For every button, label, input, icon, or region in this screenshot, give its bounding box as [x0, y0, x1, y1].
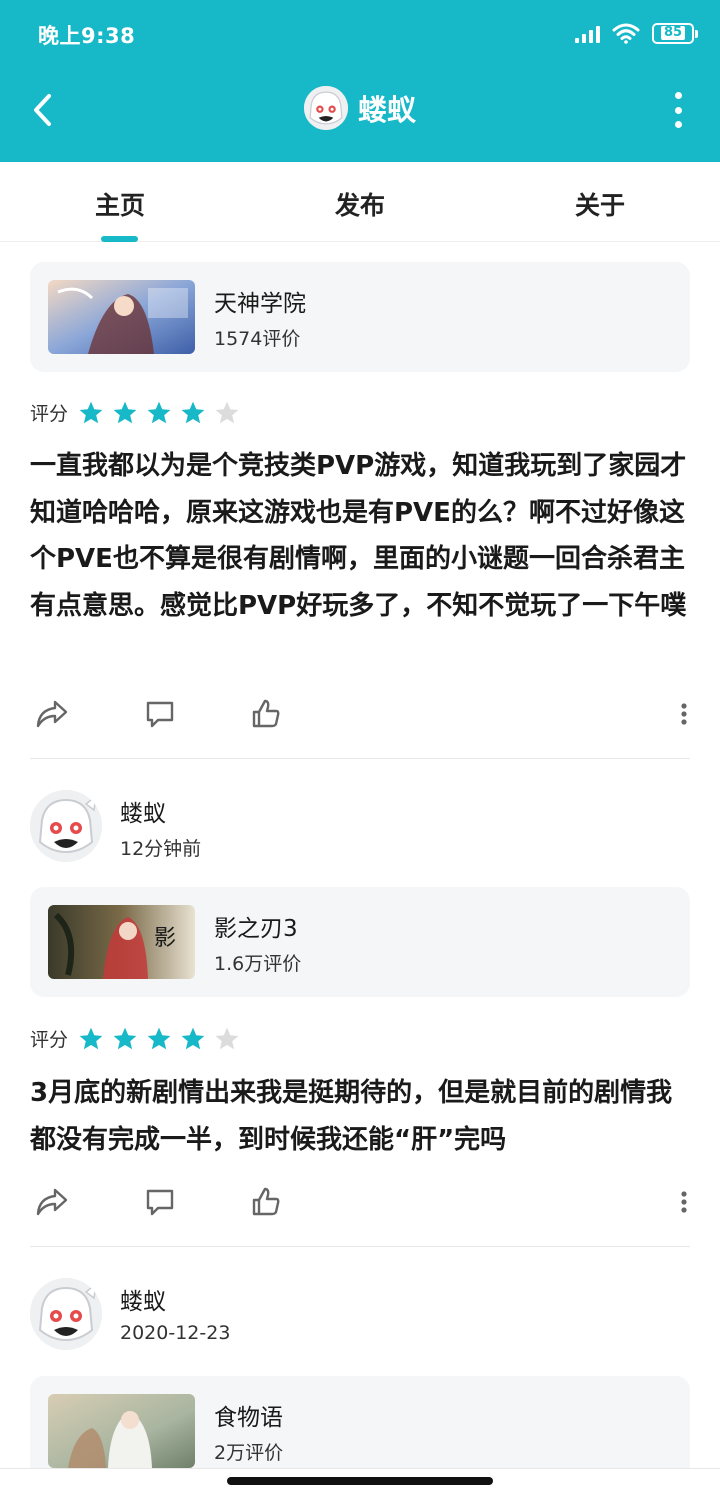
star-icon — [113, 1027, 137, 1049]
game-name: 影之刃3 — [214, 916, 298, 942]
like-button[interactable] — [246, 1182, 286, 1222]
post-time: 2020-12-23 — [120, 1322, 231, 1344]
battery-icon: 85 — [652, 22, 698, 44]
header-title-group: 蝼蚁 — [0, 86, 720, 130]
like-icon — [252, 1187, 280, 1216]
star-icon — [79, 401, 103, 423]
game-name: 天神学院 — [214, 291, 306, 317]
more-vertical-icon — [681, 703, 687, 725]
star-empty-icon — [215, 1027, 239, 1049]
tab-active-indicator — [101, 236, 138, 242]
avatar[interactable] — [30, 790, 102, 862]
game-card[interactable]: 食物语 2万评价 — [30, 1376, 690, 1468]
share-icon — [36, 700, 68, 728]
app-header: 晚上9:38 85 蝼蚁 — [0, 0, 720, 162]
more-vertical-icon — [674, 92, 682, 99]
star-icon — [147, 1027, 171, 1049]
share-button[interactable] — [32, 1182, 72, 1222]
tab-about[interactable]: 关于 — [560, 186, 640, 222]
divider — [30, 758, 690, 759]
star-empty-icon — [215, 401, 239, 423]
post-time: 12分钟前 — [120, 838, 202, 860]
tab-home[interactable]: 主页 — [80, 186, 160, 222]
user-name[interactable]: 蝼蚁 — [120, 1282, 166, 1316]
home-indicator[interactable] — [227, 1477, 493, 1485]
divider — [30, 1246, 690, 1247]
star-icon — [181, 401, 205, 423]
more-vertical-icon — [681, 1191, 687, 1213]
rating-row: 评分 — [30, 399, 240, 426]
game-card[interactable]: 影 影之刃3 1.6万评价 — [30, 887, 690, 997]
user-name[interactable]: 蝼蚁 — [120, 794, 166, 828]
comment-button[interactable] — [140, 694, 180, 734]
status-time: 晚上9:38 — [38, 24, 136, 48]
game-review-count: 2万评价 — [214, 1442, 284, 1464]
game-review-count: 1574评价 — [214, 328, 301, 350]
star-icon — [147, 401, 171, 423]
like-icon — [252, 699, 280, 728]
bottom-bar-divider — [0, 1468, 720, 1469]
post-more-button[interactable] — [672, 1182, 696, 1222]
header-avatar[interactable] — [303, 86, 348, 130]
game-card[interactable]: 天神学院 1574评价 — [30, 262, 690, 372]
post-more-button[interactable] — [672, 694, 696, 734]
signal-icon — [575, 23, 600, 43]
rating-stars — [78, 1026, 240, 1052]
star-icon — [113, 401, 137, 423]
post-actions — [30, 694, 690, 734]
star-icon — [79, 1027, 103, 1049]
game-review-count: 1.6万评价 — [214, 953, 302, 975]
rating-stars — [78, 400, 240, 426]
share-icon — [36, 1188, 68, 1216]
comment-icon — [146, 701, 174, 728]
review-text[interactable]: 一直我都以为是个竞技类PVP游戏，知道我玩到了家园才知道哈哈哈，原来这游戏也是有… — [30, 443, 698, 629]
avatar[interactable] — [30, 1278, 102, 1350]
post-actions — [30, 1182, 690, 1222]
tab-publish[interactable]: 发布 — [320, 186, 400, 222]
wifi-icon — [612, 23, 640, 44]
comment-button[interactable] — [140, 1182, 180, 1222]
tab-bar: 主页 发布 关于 — [0, 162, 720, 242]
comment-icon — [146, 1189, 174, 1216]
rating-label: 评分 — [30, 403, 69, 425]
review-text[interactable]: 3月底的新剧情出来我是挺期待的，但是就目前的剧情我都没有完成一半，到时候我还能“… — [30, 1070, 698, 1163]
more-menu-button[interactable] — [668, 92, 688, 128]
game-cover-image — [48, 280, 195, 354]
share-button[interactable] — [32, 694, 72, 734]
svg-text:影: 影 — [154, 926, 176, 951]
game-name: 食物语 — [214, 1405, 283, 1431]
status-icons: 85 — [575, 22, 698, 44]
game-cover-image: 影 — [48, 905, 195, 979]
battery-level: 85 — [660, 26, 686, 40]
rating-row: 评分 — [30, 1025, 240, 1052]
rating-label: 评分 — [30, 1029, 69, 1051]
star-icon — [181, 1027, 205, 1049]
game-cover-image — [48, 1394, 195, 1468]
like-button[interactable] — [246, 694, 286, 734]
page-title: 蝼蚁 — [357, 93, 416, 127]
